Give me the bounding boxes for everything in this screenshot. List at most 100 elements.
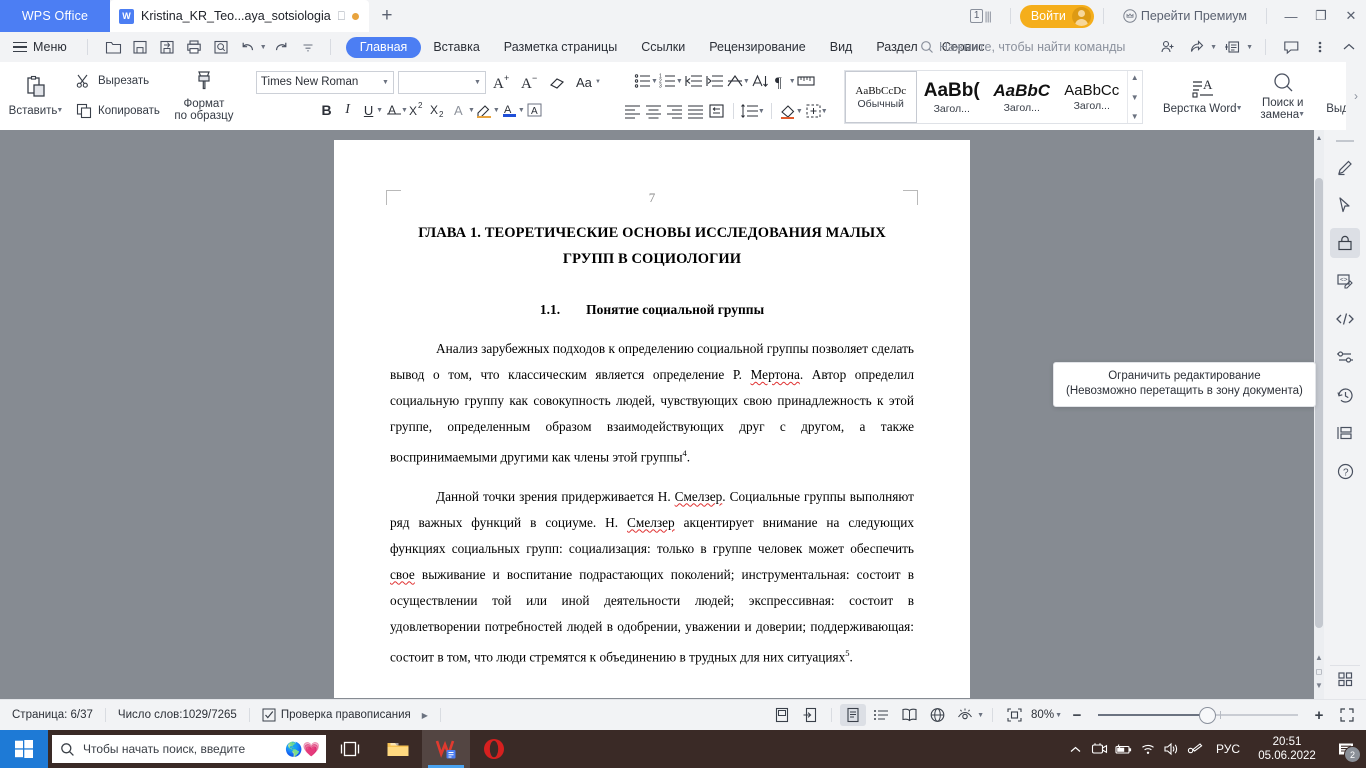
- fullscreen-icon[interactable]: [1334, 704, 1360, 726]
- zoom-slider-handle[interactable]: [1199, 706, 1216, 724]
- show-hidden-icons-icon[interactable]: [1064, 730, 1088, 768]
- open-icon[interactable]: [101, 35, 126, 59]
- file-explorer-icon[interactable]: [374, 730, 422, 768]
- ribbon-expand-icon[interactable]: ›: [1346, 62, 1366, 130]
- underline-dropdown-icon[interactable]: ▼: [376, 107, 383, 114]
- customize-quick-access-icon[interactable]: [296, 35, 321, 59]
- wifi-icon[interactable]: [1136, 730, 1160, 768]
- strikethrough-dropdown-icon[interactable]: ▼: [401, 107, 408, 114]
- copy-button[interactable]: Копировать: [72, 99, 164, 123]
- tab-view[interactable]: Вид: [818, 37, 865, 58]
- font-name-input[interactable]: Times New Roman ▼: [255, 70, 394, 94]
- document-tab[interactable]: W Kristina_KR_Teo...aya_sotsiologia ⎕: [110, 0, 369, 32]
- premium-button[interactable]: Перейти Премиум: [1123, 9, 1247, 23]
- zoom-slider[interactable]: [1098, 705, 1298, 725]
- shrink-font-icon[interactable]: A −: [518, 71, 542, 94]
- subscript-icon[interactable]: X2: [429, 99, 450, 122]
- present-monitor-icon[interactable]: ⎕: [338, 10, 345, 22]
- fit-page-icon[interactable]: [1001, 704, 1027, 726]
- page-indicator[interactable]: Страница: 6/37: [0, 709, 105, 721]
- distribute-icon[interactable]: [706, 100, 727, 123]
- smart-layout-dropdown-icon[interactable]: ▼: [743, 78, 750, 85]
- zoom-in-button[interactable]: +: [1306, 704, 1332, 726]
- camera-icon[interactable]: [1088, 730, 1112, 768]
- change-case-icon[interactable]: Aa ▼: [574, 71, 606, 94]
- login-button[interactable]: Войти: [1019, 4, 1094, 28]
- language-indicator[interactable]: РУС: [1208, 742, 1248, 756]
- word-layout-dropdown-icon[interactable]: ▼: [1236, 103, 1243, 115]
- sort-icon[interactable]: [750, 70, 771, 93]
- battery-icon[interactable]: [1112, 730, 1136, 768]
- layout-panel-icon[interactable]: [1330, 418, 1360, 448]
- spellcheck-next-icon[interactable]: ▶: [422, 711, 428, 720]
- bullets-dropdown-icon[interactable]: ▼: [651, 78, 658, 85]
- styles-scroll-up-icon[interactable]: ▲: [1131, 73, 1139, 82]
- notification-center-icon[interactable]: 2: [1326, 730, 1366, 768]
- undo-icon[interactable]: [236, 35, 261, 59]
- pen-icon[interactable]: [1330, 152, 1360, 182]
- print-preview-icon[interactable]: [209, 35, 234, 59]
- superscript-icon[interactable]: X2: [408, 99, 429, 122]
- style-heading-1[interactable]: AaBb( Загол...: [917, 71, 987, 123]
- paste-dropdown-icon[interactable]: ▼: [56, 105, 63, 117]
- share-dropdown-icon[interactable]: ▼: [1210, 44, 1217, 51]
- outline-view-icon[interactable]: [868, 704, 894, 726]
- opera-icon[interactable]: [470, 730, 518, 768]
- scrollbar-thumb[interactable]: [1315, 178, 1323, 628]
- document-page[interactable]: 7 ГЛАВА 1. ТЕОРЕТИЧЕСКИЕ ОСНОВЫ ИССЛЕДОВ…: [334, 140, 970, 698]
- numbering-dropdown-icon[interactable]: ▼: [676, 78, 683, 85]
- borders-dropdown-icon[interactable]: ▼: [821, 108, 828, 115]
- character-border-icon[interactable]: A: [525, 99, 546, 122]
- share-icon[interactable]: [1184, 35, 1210, 59]
- close-button[interactable]: ✕: [1336, 0, 1366, 32]
- font-size-input[interactable]: ▼: [397, 70, 486, 94]
- zoom-out-button[interactable]: −: [1064, 704, 1090, 726]
- ruler-icon[interactable]: [796, 70, 817, 93]
- font-color-dropdown-icon[interactable]: ▼: [518, 107, 525, 114]
- vertical-scrollbar[interactable]: ▲ ▲ ◻ ▼: [1314, 130, 1324, 700]
- collaborate-dropdown-icon[interactable]: ▼: [1246, 44, 1253, 51]
- decrease-indent-icon[interactable]: [683, 70, 704, 93]
- style-heading-2[interactable]: AaBbC Загол...: [987, 71, 1057, 123]
- taskbar-search-input[interactable]: Чтобы начать поиск, введите 🌎💗: [52, 735, 326, 763]
- page-thumbnail-icon[interactable]: [769, 704, 795, 726]
- comment-icon[interactable]: [1278, 35, 1304, 59]
- history-icon[interactable]: [1330, 380, 1360, 410]
- format-painter-button[interactable]: Формат по образцу: [168, 65, 240, 127]
- reading-layout-icon[interactable]: [896, 704, 922, 726]
- find-replace-dropdown-icon[interactable]: ▼: [1298, 109, 1305, 121]
- clock[interactable]: 20:51 05.06.2022: [1248, 735, 1326, 763]
- font-name-dropdown-icon[interactable]: ▼: [382, 79, 389, 86]
- eye-protect-icon[interactable]: [952, 704, 978, 726]
- more-options-icon[interactable]: [1307, 35, 1333, 59]
- increase-indent-icon[interactable]: [704, 70, 725, 93]
- edit-markup-icon[interactable]: <>: [1330, 266, 1360, 296]
- volume-icon[interactable]: [1160, 730, 1184, 768]
- styles-scroll-down-icon[interactable]: ▼: [1131, 93, 1139, 102]
- text-effects-dropdown-icon[interactable]: ▼: [468, 107, 475, 114]
- scroll-up-icon[interactable]: ▲: [1314, 132, 1324, 144]
- export-icon[interactable]: [797, 704, 823, 726]
- help-icon[interactable]: ?: [1330, 456, 1360, 486]
- justify-icon[interactable]: [685, 100, 706, 123]
- task-view-icon[interactable]: [326, 730, 374, 768]
- pen-tool-icon[interactable]: [1184, 730, 1208, 768]
- new-tab-button[interactable]: +: [369, 0, 405, 32]
- paste-button[interactable]: Вставить ▼: [4, 65, 68, 127]
- redo-icon[interactable]: [269, 35, 294, 59]
- previous-page-icon[interactable]: ▲: [1314, 653, 1324, 662]
- menu-button[interactable]: Меню: [0, 40, 78, 54]
- wps-writer-icon[interactable]: [422, 730, 470, 768]
- style-heading-3[interactable]: AaBbCc Загол...: [1057, 71, 1127, 123]
- spellcheck-status[interactable]: Проверка правописания ▶: [250, 708, 440, 722]
- word-count[interactable]: Число слов:1029/7265: [106, 709, 249, 721]
- next-page-icon[interactable]: ▼: [1314, 681, 1324, 690]
- restore-button[interactable]: ❐: [1306, 0, 1336, 32]
- minimize-button[interactable]: —: [1276, 0, 1306, 32]
- tab-references[interactable]: Ссылки: [629, 37, 697, 58]
- cursor-select-icon[interactable]: [1330, 190, 1360, 220]
- zoom-dropdown-icon[interactable]: ▼: [1055, 712, 1062, 719]
- italic-icon[interactable]: I: [337, 99, 358, 122]
- collapse-ribbon-icon[interactable]: [1336, 35, 1362, 59]
- tab-count-indicator[interactable]: 1 |||: [969, 9, 992, 23]
